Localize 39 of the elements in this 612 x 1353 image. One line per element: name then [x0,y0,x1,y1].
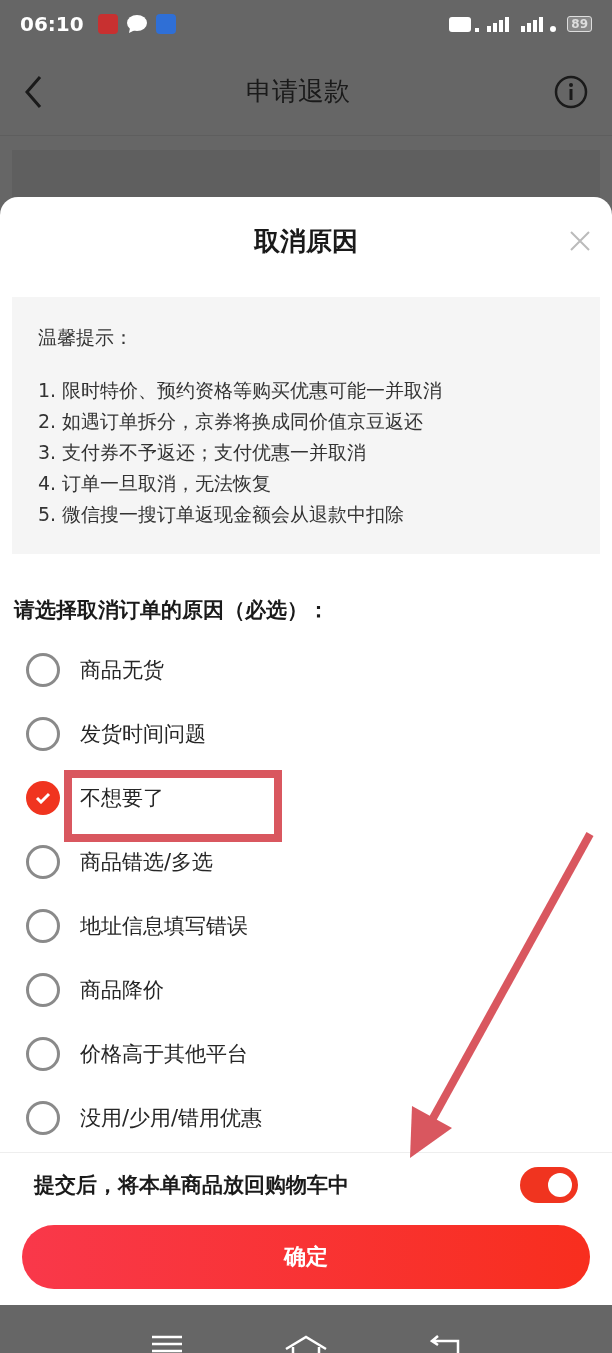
radio-button[interactable] [26,1037,60,1071]
reason-label[interactable]: 价格高于其他平台 [80,1040,248,1068]
home-icon[interactable] [285,1335,327,1353]
confirm-button[interactable]: 确定 [22,1225,590,1289]
radio-button[interactable] [26,845,60,879]
sheet-title: 取消原因 [254,224,358,258]
radio-button[interactable] [26,717,60,751]
radio-button[interactable] [26,973,60,1007]
menu-icon[interactable] [151,1335,182,1353]
info-icon[interactable] [554,74,588,109]
app-notification-icon [97,14,118,34]
chat-bubble-icon [125,14,148,34]
tip-text: 2. 如遇订单拆分，京券将换成同价值京豆返还 [38,409,425,433]
tip-text: 5. 微信搜一搜订单返现金额会从退款中扣除 [38,502,406,526]
check-icon [35,792,51,804]
tips-heading: 温馨提示： [38,325,134,349]
app-notification-icon [155,14,176,34]
tip-text: 1. 限时特价、预约资格等购买优惠可能一并取消 [38,378,444,402]
radio-button[interactable] [26,909,60,943]
radio-button[interactable] [26,781,60,815]
reason-label[interactable]: 商品降价 [80,976,164,1004]
battery-level: 89 [567,16,592,32]
tip-text: 3. 支付券不予返还；支付优惠一并取消 [38,440,368,464]
radio-button[interactable] [26,1101,60,1135]
return-to-cart-label: 提交后，将本单商品放回购物车中 [34,1172,349,1199]
reason-label[interactable]: 没用/少用/错用优惠 [80,1104,263,1132]
reason-label[interactable]: 发货时间问题 [80,720,206,748]
reason-label[interactable]: 商品错选/多选 [80,848,214,876]
reason-label[interactable]: 不想要了 [80,784,164,812]
radio-button[interactable] [26,653,60,687]
reason-label[interactable]: 商品无货 [80,656,164,684]
close-icon[interactable] [570,231,590,251]
back-icon[interactable] [24,74,42,109]
status-time: 06:10 [20,12,84,36]
page-title: 申请退款 [245,75,351,108]
question-label: 请选择取消订单的原因（必选）： [12,597,330,624]
reason-label[interactable]: 地址信息填写错误 [80,912,248,940]
toggle-switch[interactable] [520,1167,578,1203]
tip-text: 4. 订单一旦取消，无法恢复 [38,471,273,495]
